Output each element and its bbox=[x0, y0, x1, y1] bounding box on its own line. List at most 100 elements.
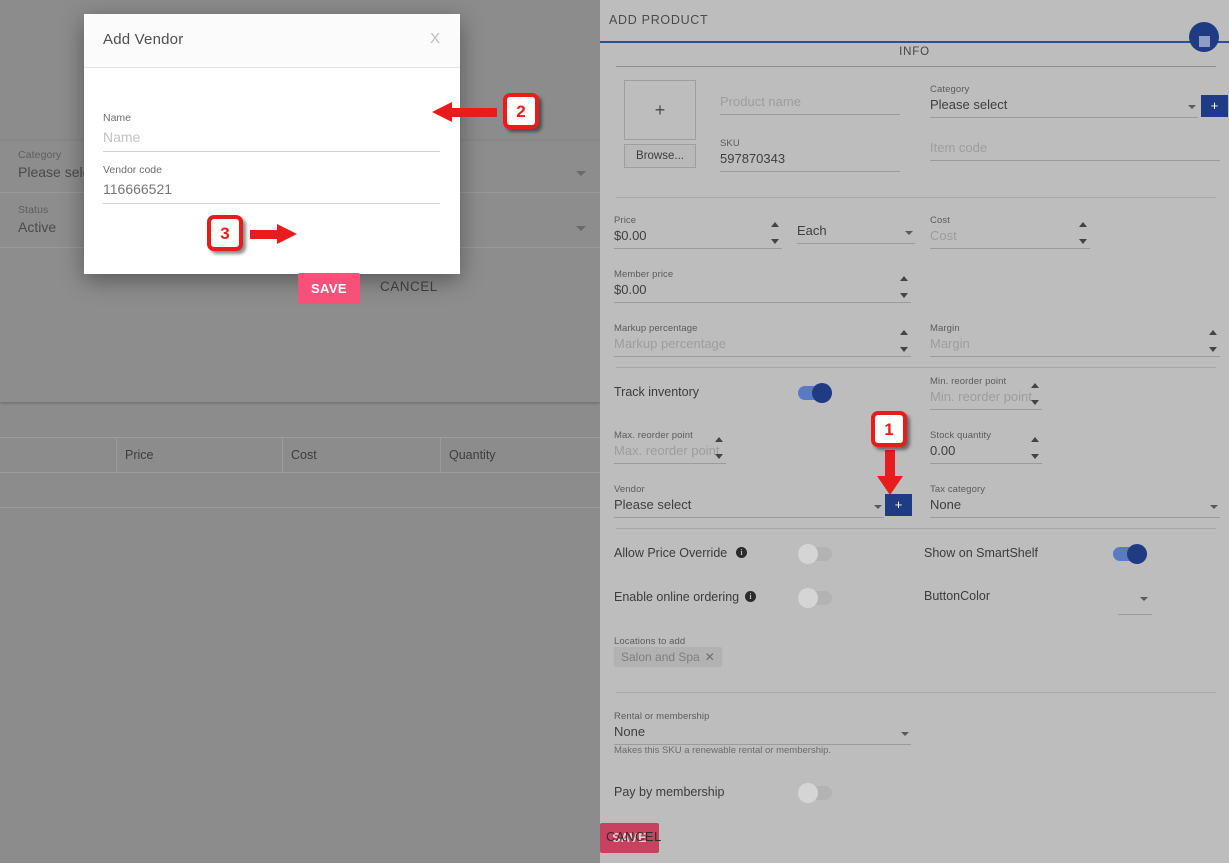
dialog-title: Add Vendor bbox=[103, 31, 184, 48]
vendor-name-field-group: Name bbox=[103, 108, 440, 152]
tab-info[interactable]: INFO bbox=[600, 46, 1229, 58]
unit-select[interactable] bbox=[797, 221, 915, 244]
button-color-field-group bbox=[1118, 592, 1152, 615]
chevron-down-icon bbox=[1210, 505, 1218, 509]
section-divider bbox=[616, 528, 1216, 529]
product-name-field-group bbox=[720, 92, 900, 115]
table-col-blank bbox=[0, 437, 117, 473]
max-reorder-point-label: Max. reorder point bbox=[614, 430, 693, 441]
vendor-cancel-button[interactable]: CANCEL bbox=[374, 278, 444, 295]
chevron-down-icon[interactable] bbox=[1140, 597, 1148, 601]
chevron-down-icon bbox=[1188, 105, 1196, 109]
margin-stepper[interactable] bbox=[1209, 330, 1218, 352]
add-product-panel: ADD PRODUCT INFO + Browse... SKU Categor… bbox=[600, 0, 1229, 863]
background-category-label: Category bbox=[18, 149, 62, 161]
price-label: Price bbox=[614, 215, 637, 226]
annotation-badge-3: 3 bbox=[207, 215, 243, 251]
tab-underline bbox=[616, 66, 1216, 67]
tax-category-field-group: Tax category bbox=[930, 484, 1220, 518]
section-divider bbox=[616, 367, 1216, 368]
vendor-select[interactable] bbox=[614, 495, 884, 518]
allow-price-override-label: Allow Price Override bbox=[614, 546, 728, 560]
min-reorder-point-field-group: Min. reorder point bbox=[930, 376, 1042, 410]
show-on-smartshelf-toggle[interactable] bbox=[1113, 544, 1147, 564]
allow-price-override-toggle[interactable] bbox=[798, 544, 832, 564]
vendor-name-label: Name bbox=[103, 112, 132, 124]
info-icon[interactable]: i bbox=[736, 547, 747, 558]
info-icon[interactable]: i bbox=[745, 591, 756, 602]
browse-button[interactable]: Browse... bbox=[624, 144, 696, 168]
dialog-header: Add Vendor X bbox=[84, 14, 460, 68]
close-icon[interactable]: X bbox=[430, 30, 440, 47]
vendor-code-field-group: Vendor code bbox=[103, 160, 440, 204]
price-field-group: Price bbox=[614, 215, 782, 249]
markup-percentage-label: Markup percentage bbox=[614, 323, 698, 334]
table-col-price: Price bbox=[117, 437, 283, 473]
member-price-field-group: Member price bbox=[614, 269, 911, 303]
rental-helper-text: Makes this SKU a renewable rental or mem… bbox=[614, 745, 832, 756]
sku-label: SKU bbox=[720, 138, 740, 149]
enable-online-ordering-label: Enable online ordering bbox=[614, 590, 740, 604]
min-reorder-point-label: Min. reorder point bbox=[930, 376, 1007, 387]
table-header-row: Price Cost Quantity bbox=[0, 437, 600, 473]
table-row[interactable] bbox=[0, 508, 600, 543]
product-image-dropzone[interactable]: + bbox=[624, 80, 696, 140]
button-color-select[interactable] bbox=[1118, 592, 1152, 615]
background-status-label: Status bbox=[18, 204, 49, 216]
locations-label: Locations to add bbox=[614, 636, 686, 647]
tab-info-label: INFO bbox=[899, 46, 930, 58]
table-row[interactable] bbox=[0, 473, 600, 508]
add-category-button[interactable]: + bbox=[1201, 95, 1228, 117]
product-cancel-button[interactable]: CANCEL bbox=[600, 828, 668, 845]
price-input[interactable] bbox=[614, 226, 782, 249]
cost-stepper[interactable] bbox=[1079, 222, 1088, 244]
rental-select[interactable] bbox=[614, 722, 911, 745]
vendor-code-input[interactable] bbox=[103, 178, 440, 204]
annotation-arrow-left bbox=[432, 102, 497, 122]
vendor-field-group: Vendor bbox=[614, 484, 884, 518]
pay-by-membership-toggle[interactable] bbox=[798, 783, 832, 803]
member-price-stepper[interactable] bbox=[900, 276, 909, 298]
cost-label: Cost bbox=[930, 215, 950, 226]
table-col-quantity: Quantity bbox=[449, 448, 496, 462]
member-price-label: Member price bbox=[614, 269, 674, 280]
margin-label: Margin bbox=[930, 323, 960, 334]
markup-percentage-input[interactable] bbox=[614, 334, 911, 357]
member-price-input[interactable] bbox=[614, 280, 911, 303]
sku-input[interactable] bbox=[720, 149, 900, 172]
item-code-field-group bbox=[930, 138, 1220, 161]
cost-input[interactable] bbox=[930, 226, 1090, 249]
min-reorder-point-stepper[interactable] bbox=[1031, 383, 1040, 405]
cost-field-group: Cost bbox=[930, 215, 1090, 249]
close-icon[interactable]: ✕ bbox=[705, 650, 715, 664]
app-root: Category Please select Status Active Pri… bbox=[0, 0, 1229, 863]
button-color-label: ButtonColor bbox=[924, 589, 991, 603]
category-select[interactable] bbox=[930, 95, 1198, 118]
background-table: Price Cost Quantity bbox=[0, 437, 600, 543]
min-reorder-point-input[interactable] bbox=[930, 387, 1042, 410]
enable-online-ordering-toggle[interactable] bbox=[798, 588, 832, 608]
stock-quantity-label: Stock quantity bbox=[930, 430, 992, 441]
stock-quantity-field-group: Stock quantity bbox=[930, 430, 1042, 464]
stock-quantity-input[interactable] bbox=[930, 441, 1042, 464]
background-status-value: Active bbox=[18, 219, 57, 235]
add-vendor-button[interactable]: + bbox=[885, 494, 912, 516]
max-reorder-point-field-group: Max. reorder point bbox=[614, 430, 726, 464]
price-stepper[interactable] bbox=[771, 222, 780, 244]
vendor-save-button[interactable]: SAVE bbox=[298, 273, 360, 304]
track-inventory-toggle[interactable] bbox=[798, 383, 832, 403]
panel-title: ADD PRODUCT bbox=[609, 13, 709, 27]
product-name-input[interactable] bbox=[720, 92, 900, 115]
markup-percentage-stepper[interactable] bbox=[900, 330, 909, 352]
max-reorder-point-input[interactable] bbox=[614, 441, 726, 464]
margin-input[interactable] bbox=[930, 334, 1220, 357]
rental-field-group: Rental or membership bbox=[614, 711, 911, 745]
item-code-input[interactable] bbox=[930, 138, 1220, 161]
chevron-down-icon bbox=[901, 732, 909, 736]
vendor-name-input[interactable] bbox=[103, 126, 440, 152]
category-label: Category bbox=[930, 84, 970, 95]
max-reorder-point-stepper[interactable] bbox=[715, 437, 724, 459]
stock-quantity-stepper[interactable] bbox=[1031, 437, 1040, 459]
tax-category-select[interactable] bbox=[930, 495, 1220, 518]
show-on-smartshelf-label: Show on SmartShelf bbox=[924, 546, 1038, 560]
